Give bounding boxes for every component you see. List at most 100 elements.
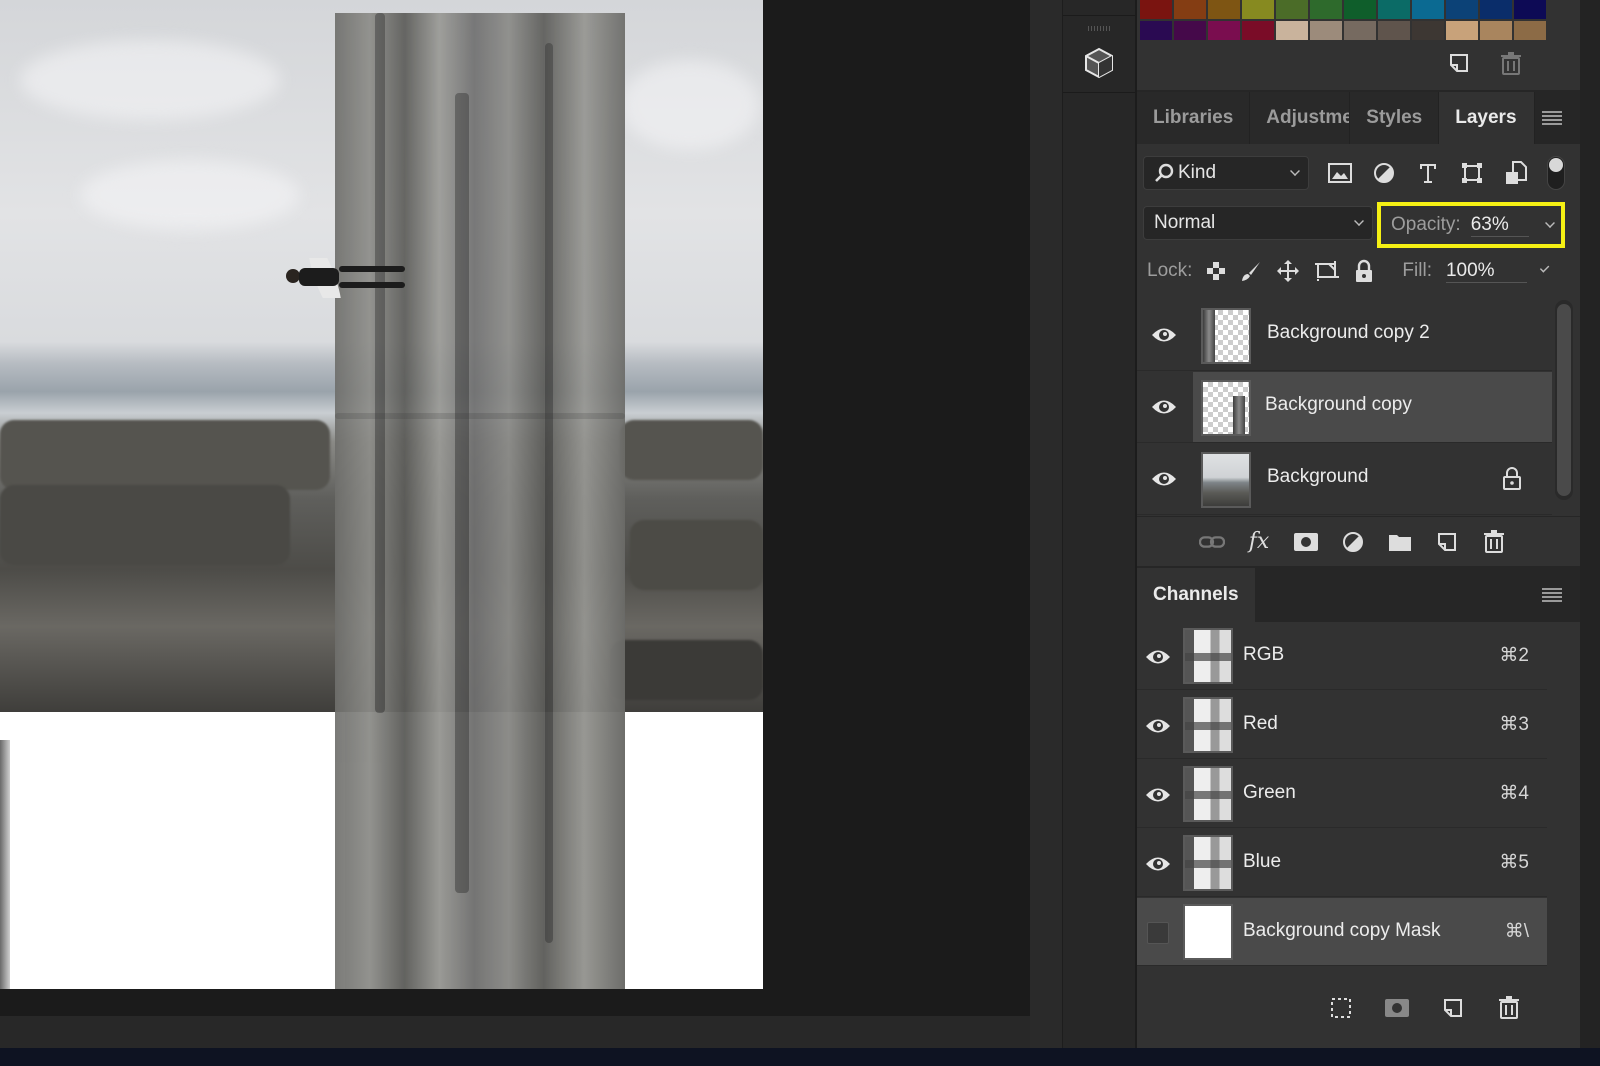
save-selection-as-channel-icon[interactable]	[1384, 995, 1410, 1021]
channels-footer	[1137, 978, 1582, 1038]
image-filter-icon[interactable]	[1327, 160, 1353, 186]
color-swatch[interactable]	[1480, 0, 1512, 19]
channel-name: RGB	[1243, 644, 1285, 665]
new-layer-icon[interactable]	[1434, 529, 1460, 555]
color-swatch[interactable]	[1242, 21, 1274, 40]
color-swatch[interactable]	[1140, 21, 1172, 40]
color-swatch[interactable]	[1242, 0, 1274, 19]
new-channel-icon[interactable]	[1440, 995, 1466, 1021]
type-filter-icon[interactable]	[1415, 160, 1441, 186]
color-swatch[interactable]	[1208, 0, 1240, 19]
color-swatch[interactable]	[1276, 21, 1308, 40]
channel-row[interactable]: Blue ⌘5	[1137, 829, 1547, 897]
color-swatch[interactable]	[1412, 21, 1444, 40]
filter-toggle[interactable]	[1547, 156, 1565, 190]
color-swatch[interactable]	[1310, 0, 1342, 19]
tab-adjustments[interactable]: Adjustme	[1250, 92, 1351, 144]
layers-scrollbar[interactable]	[1555, 300, 1573, 500]
color-swatch[interactable]	[1480, 21, 1512, 40]
lock-paint-icon[interactable]	[1240, 258, 1262, 284]
layer-filter-dropdown[interactable]: Kind	[1143, 156, 1309, 190]
layer-row[interactable]: Background copy 2	[1137, 300, 1552, 371]
layer-row-selected[interactable]: Background copy	[1137, 372, 1552, 443]
add-mask-icon[interactable]	[1293, 529, 1319, 555]
shape-filter-icon[interactable]	[1459, 160, 1485, 186]
color-swatch[interactable]	[1446, 0, 1478, 19]
blend-mode-value: Normal	[1154, 212, 1216, 233]
delete-channel-icon[interactable]	[1496, 995, 1522, 1021]
trash-icon[interactable]	[1500, 52, 1522, 81]
layer-name[interactable]: Background	[1267, 466, 1368, 488]
channel-row[interactable]: Background copy Mask ⌘\	[1137, 898, 1547, 966]
panel-menu-icon[interactable]	[1542, 111, 1562, 125]
opacity-input[interactable]: 63%	[1470, 214, 1529, 237]
channel-row[interactable]: RGB ⌘2	[1137, 622, 1547, 690]
tab-layers[interactable]: Layers	[1439, 92, 1536, 144]
tab-channels[interactable]: Channels	[1137, 568, 1255, 622]
panel-edge	[1580, 0, 1600, 1048]
delete-layer-icon[interactable]	[1481, 529, 1507, 555]
eye-icon[interactable]	[1151, 468, 1177, 490]
eye-icon[interactable]	[1151, 324, 1177, 346]
color-swatch[interactable]	[1344, 21, 1376, 40]
adjustment-layer-icon[interactable]	[1340, 529, 1366, 555]
new-swatch-icon[interactable]	[1448, 52, 1470, 81]
color-swatch[interactable]	[1378, 21, 1410, 40]
layer-name[interactable]: Background copy	[1265, 394, 1412, 416]
lock-artboard-icon[interactable]	[1314, 258, 1340, 284]
layer-thumbnail	[1201, 452, 1251, 508]
tab-styles[interactable]: Styles	[1350, 92, 1440, 144]
color-swatch[interactable]	[1514, 0, 1546, 19]
eye-icon[interactable]	[1145, 784, 1171, 806]
color-swatch[interactable]	[1174, 21, 1206, 40]
link-layers-icon[interactable]	[1199, 529, 1225, 555]
blend-mode-dropdown[interactable]: Normal	[1143, 206, 1373, 240]
lock-position-icon[interactable]	[1276, 258, 1300, 284]
channel-row[interactable]: Green ⌘4	[1137, 760, 1547, 828]
eye-icon[interactable]	[1145, 646, 1171, 668]
channel-thumbnail	[1183, 628, 1233, 684]
visibility-checkbox[interactable]	[1147, 922, 1169, 944]
color-swatch[interactable]	[1446, 21, 1478, 40]
canvas[interactable]	[0, 0, 763, 989]
group-folder-icon[interactable]	[1387, 529, 1413, 555]
fx-icon[interactable]: fx	[1246, 529, 1272, 555]
smart-object-filter-icon[interactable]	[1503, 160, 1529, 186]
lock-all-icon[interactable]	[1354, 258, 1374, 284]
surfer-figure	[286, 258, 405, 298]
color-swatch[interactable]	[1378, 0, 1410, 19]
color-swatch[interactable]	[1412, 0, 1444, 19]
panel-menu-icon[interactable]	[1542, 588, 1562, 602]
lock-transparent-icon[interactable]	[1206, 258, 1226, 284]
panel-collapse-strip[interactable]	[1030, 0, 1062, 1048]
dock-grip-handle[interactable]	[1088, 26, 1112, 31]
channel-shortcut: ⌘4	[1499, 783, 1529, 804]
color-swatch[interactable]	[1140, 0, 1172, 19]
color-swatch[interactable]	[1344, 0, 1376, 19]
eye-icon[interactable]	[1145, 715, 1171, 737]
layer-thumbnail	[1201, 380, 1251, 436]
layer-row[interactable]: Background	[1137, 444, 1552, 515]
color-swatch[interactable]	[1514, 21, 1546, 40]
color-swatch[interactable]	[1174, 0, 1206, 19]
layer-name[interactable]: Background copy 2	[1267, 322, 1430, 344]
color-swatch[interactable]	[1208, 21, 1240, 40]
tab-libraries[interactable]: Libraries	[1137, 92, 1251, 144]
eye-icon[interactable]	[1151, 396, 1177, 418]
canvas-edge-strip	[0, 740, 10, 989]
opacity-field-highlight[interactable]: Opacity: 63%	[1377, 202, 1565, 248]
color-swatch[interactable]	[1310, 21, 1342, 40]
fill-input[interactable]: 100%	[1445, 260, 1527, 283]
fill-chevron-icon[interactable]	[1539, 263, 1550, 273]
load-selection-icon[interactable]	[1328, 995, 1354, 1021]
channel-thumbnail	[1183, 766, 1233, 822]
adjustment-filter-icon[interactable]	[1371, 160, 1397, 186]
eye-icon[interactable]	[1145, 853, 1171, 875]
color-swatch[interactable]	[1276, 0, 1308, 19]
document-area[interactable]	[0, 0, 1060, 1016]
channel-row[interactable]: Red ⌘3	[1137, 691, 1547, 759]
photoshop-window: Libraries Adjustme Styles Layers Kind No…	[0, 0, 1600, 1066]
3d-panel-button[interactable]	[1081, 45, 1117, 81]
opacity-chevron-icon[interactable]	[1545, 218, 1555, 228]
layer-lock-icon[interactable]	[1502, 466, 1522, 490]
